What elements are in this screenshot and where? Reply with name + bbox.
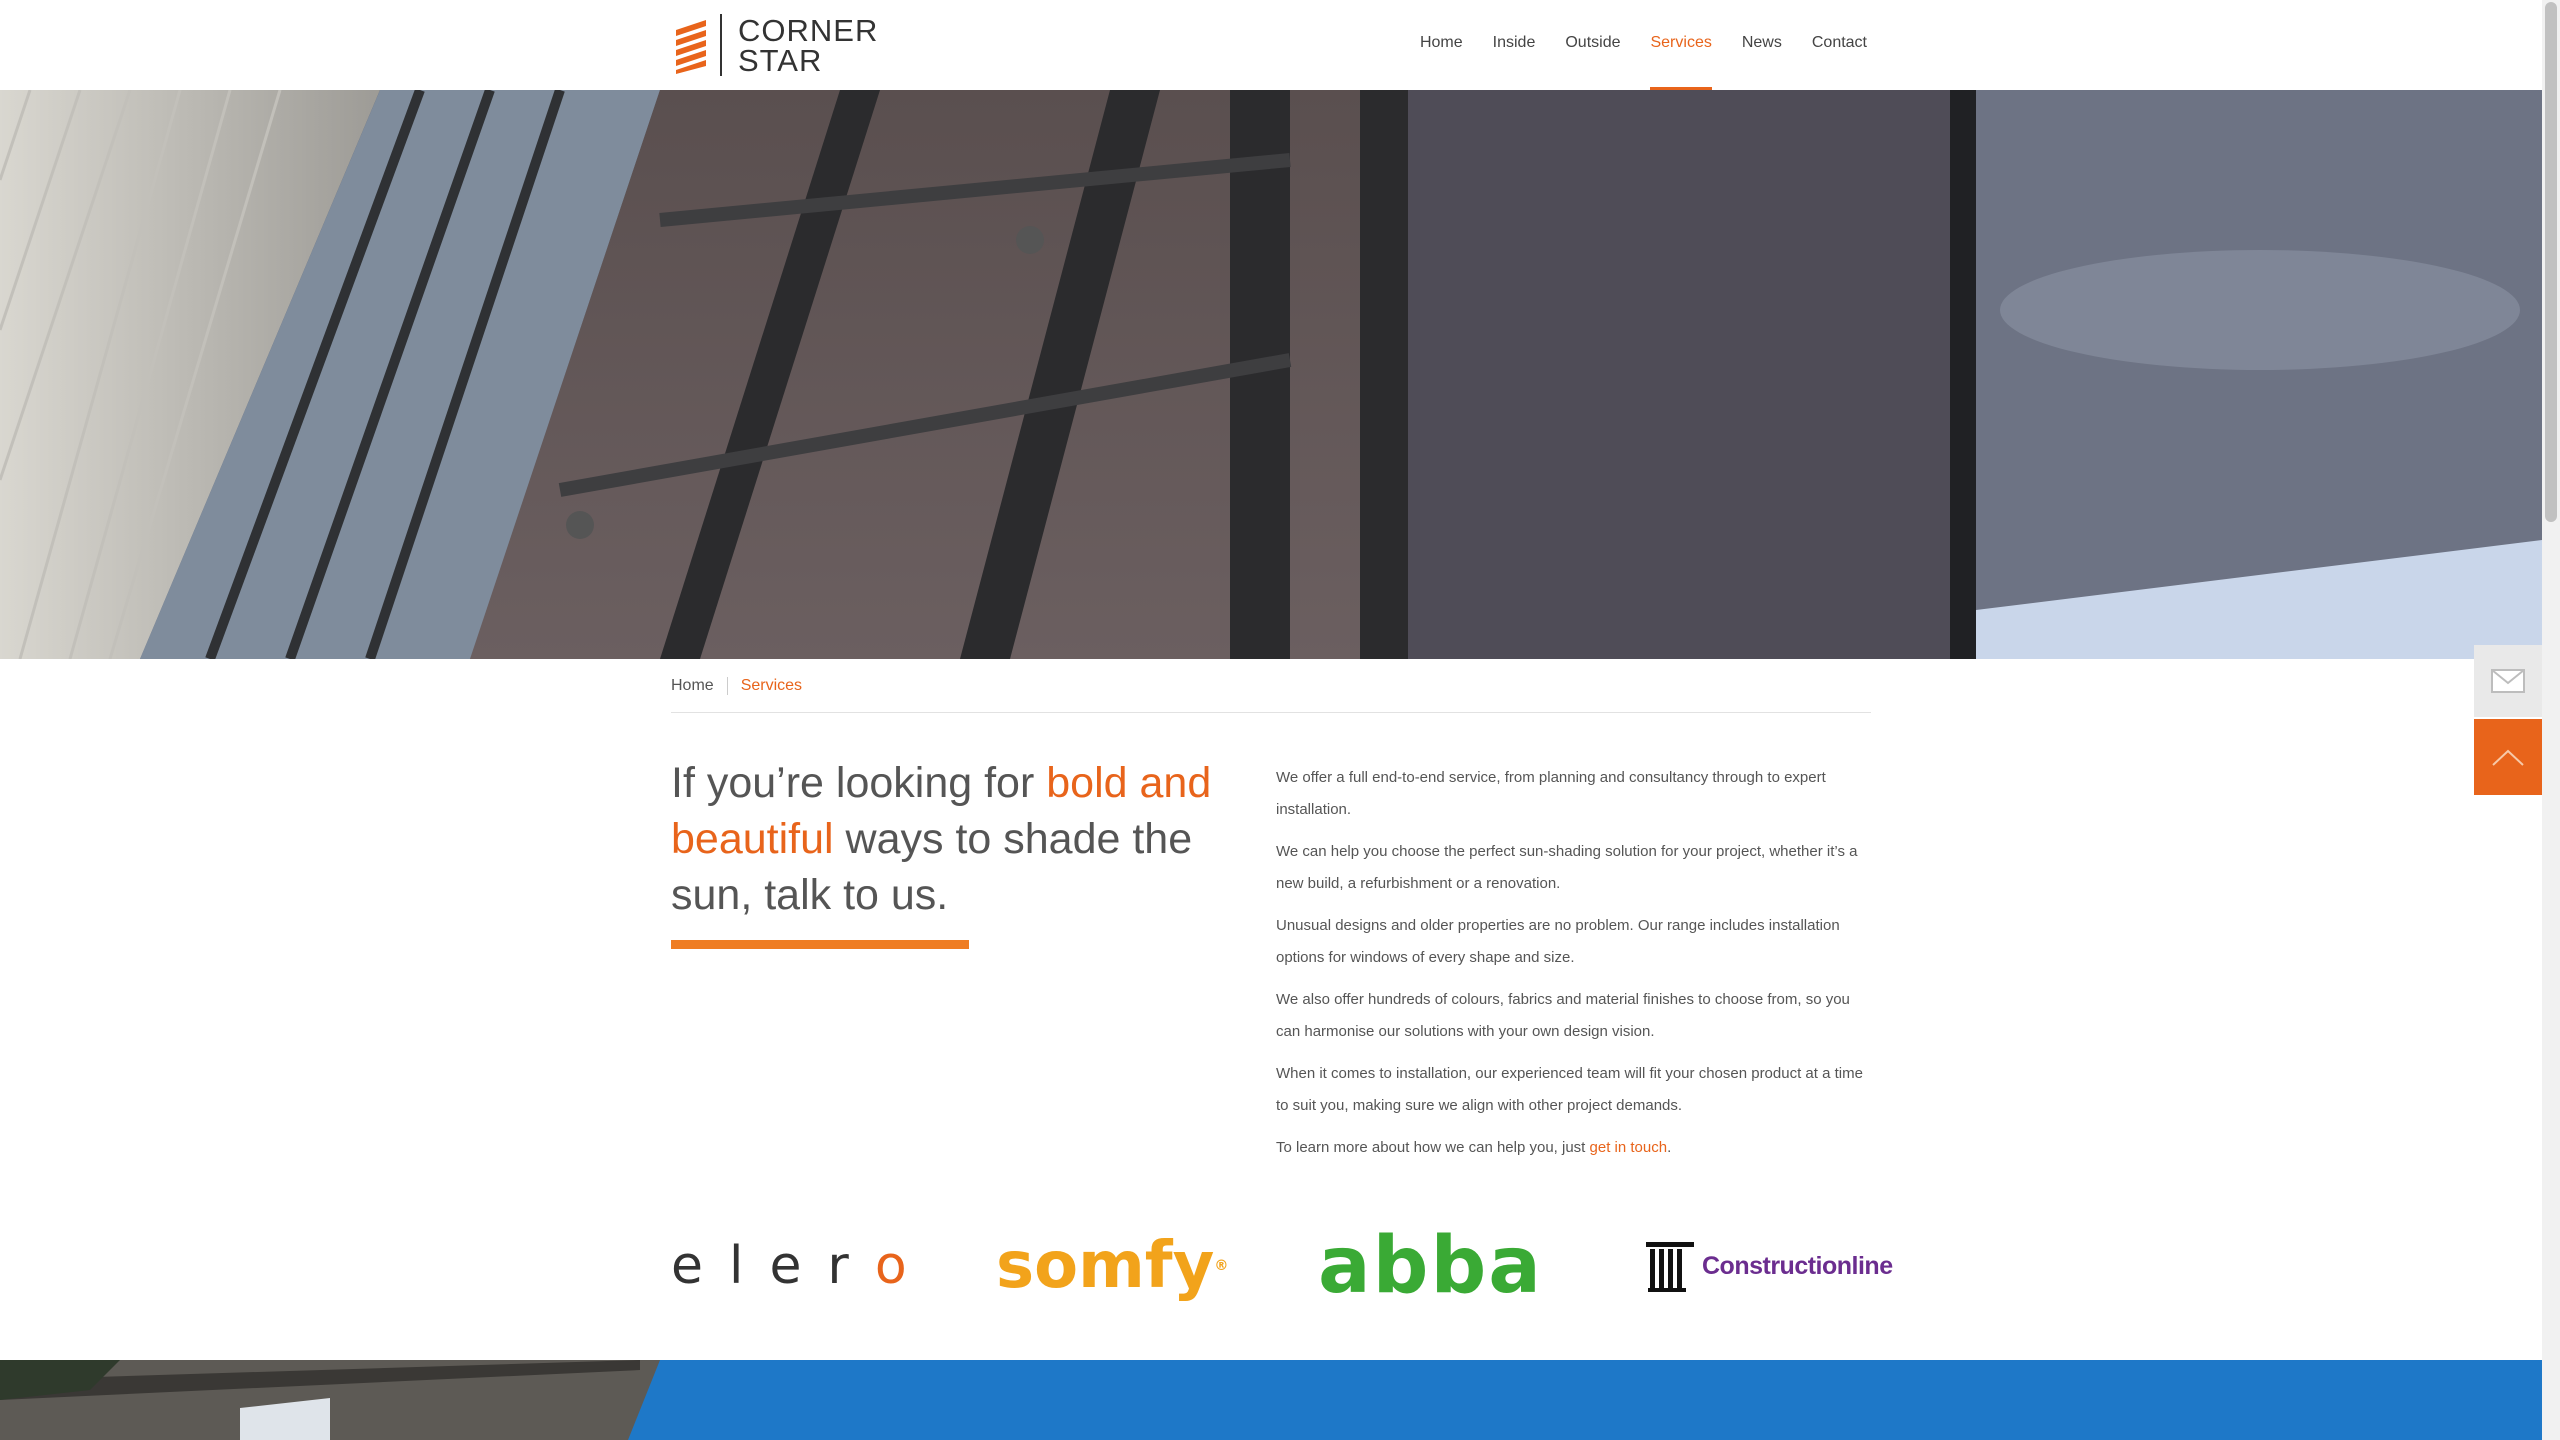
footer-banner: [0, 1360, 2542, 1440]
paragraph: To learn more about how we can help you,…: [1276, 1139, 1672, 1156]
breadcrumb: Home Services: [671, 660, 1871, 713]
paragraph: We also offer hundreds of colours, fabri…: [1276, 991, 1850, 1040]
elero-logo[interactable]: eler o: [671, 1225, 933, 1307]
mail-icon: [2491, 669, 2525, 693]
main-nav: Home Inside Outside Services News Contac…: [1390, 0, 1867, 90]
hero-image: [0, 90, 2542, 659]
nav-news[interactable]: News: [1742, 0, 1782, 90]
scroll-top-button[interactable]: [2474, 719, 2542, 795]
paragraph: Unusual designs and older properties are…: [1276, 917, 1840, 966]
get-in-touch-link[interactable]: get in touch: [1590, 1139, 1668, 1156]
services-description: We offer a full end-to-end service, from…: [1276, 762, 1872, 1174]
somfy-logo[interactable]: somfy ®: [996, 1225, 1228, 1307]
chevron-up-icon: [2492, 749, 2524, 766]
nav-contact[interactable]: Contact: [1812, 0, 1867, 90]
cornerstar-logo[interactable]: CORNER STAR: [672, 12, 877, 78]
nav-inside[interactable]: Inside: [1493, 0, 1536, 90]
column-icon: [1646, 1242, 1694, 1292]
nav-home[interactable]: Home: [1420, 0, 1463, 90]
constructionline-logo[interactable]: Constructionline: [1646, 1225, 1893, 1307]
headline-underline: [671, 940, 969, 949]
nav-services[interactable]: Services: [1650, 0, 1712, 90]
paragraph: When it comes to installation, our exper…: [1276, 1065, 1863, 1114]
contact-mail-button[interactable]: [2474, 645, 2542, 717]
breadcrumb-current: Services: [740, 677, 803, 694]
breadcrumb-separator: [726, 677, 728, 695]
logo-wordmark: CORNER STAR: [738, 13, 879, 78]
paragraph: We offer a full end-to-end service, from…: [1276, 769, 1826, 818]
abba-logo[interactable]: abba: [1318, 1221, 1543, 1311]
scrollbar-thumb[interactable]: [2545, 2, 2557, 522]
intro-headline: If you’re looking for bold and beautiful…: [671, 759, 1212, 919]
nav-outside[interactable]: Outside: [1565, 0, 1620, 90]
paragraph: We can help you choose the perfect sun-s…: [1276, 843, 1858, 892]
logo-mark-icon: [676, 14, 722, 76]
page-scrollbar[interactable]: [2542, 0, 2560, 1440]
site-header: CORNER STAR Home Inside Outside Services…: [0, 0, 2542, 90]
partner-logos: eler o somfy ® abba Constructionline: [671, 1221, 1893, 1311]
breadcrumb-home[interactable]: Home: [671, 677, 714, 695]
